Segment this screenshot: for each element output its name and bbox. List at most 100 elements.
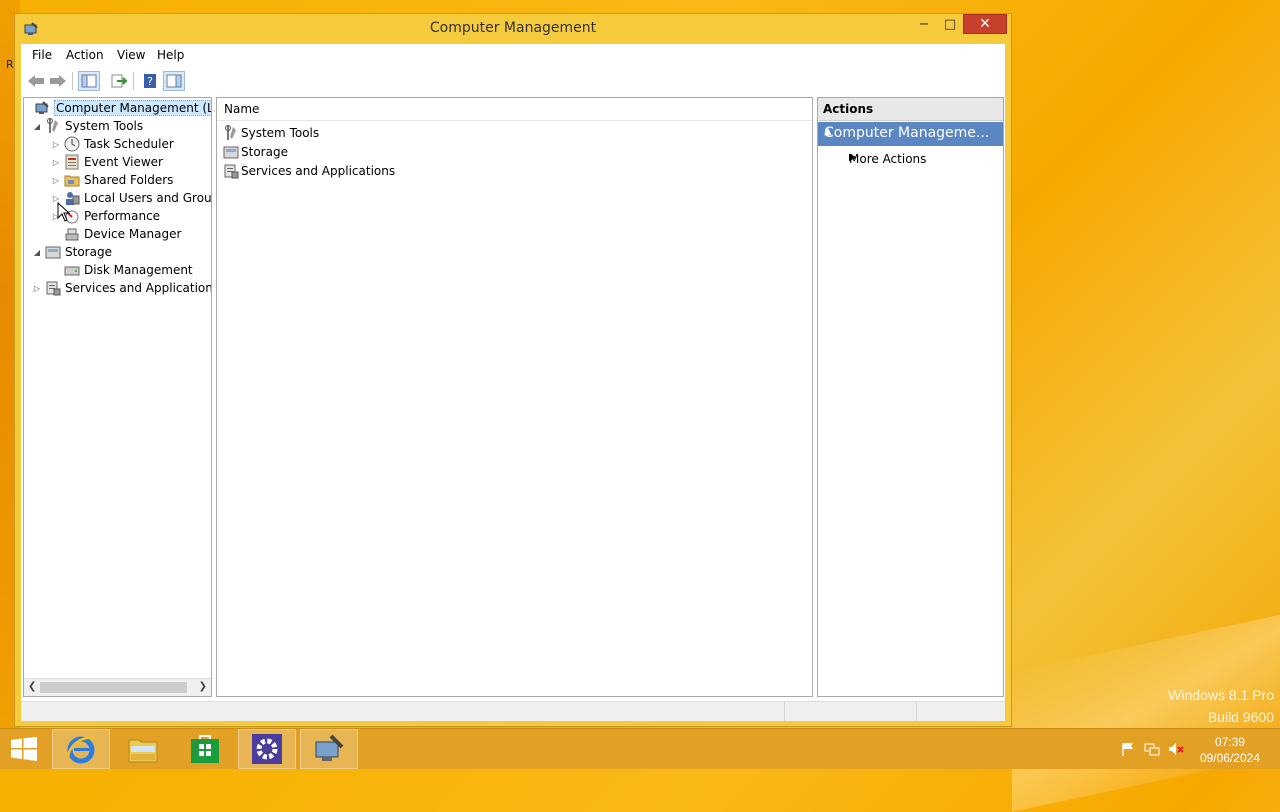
- tree-item-shared-folders[interactable]: ▷ Shared Folders: [51, 171, 173, 189]
- gear-icon: [252, 734, 282, 764]
- actions-group-computer-management[interactable]: Computer Manageme... ▲: [818, 122, 1003, 146]
- submenu-arrow-icon: ▶: [849, 152, 857, 163]
- toolbar-separator: [72, 72, 73, 90]
- back-arrow-icon: [28, 75, 44, 87]
- menu-bar: File Action View Help: [21, 44, 1005, 67]
- services-icon: [46, 281, 61, 296]
- help-icon: ?: [144, 74, 156, 88]
- computer-management-window: Computer Management − □ ✕ File Action Vi…: [14, 13, 1012, 727]
- export-icon: [111, 74, 127, 88]
- list-item-system-tools[interactable]: System Tools: [223, 123, 319, 142]
- window-client-area: File Action View Help ? Computer Managem…: [21, 44, 1005, 721]
- tree-item-label: Event Viewer: [84, 155, 163, 169]
- scroll-right-icon[interactable]: ❯: [199, 681, 207, 692]
- tree-item-label: Task Scheduler: [84, 137, 174, 151]
- clock-time: 07:39: [1214, 735, 1245, 749]
- list-item-storage[interactable]: Storage: [223, 142, 288, 161]
- taskbar-store[interactable]: [176, 729, 234, 769]
- expand-arrow-icon[interactable]: ▷: [51, 158, 61, 167]
- actions-title: Actions: [818, 98, 1003, 121]
- svg-text:?: ?: [147, 75, 153, 88]
- show-hide-action-pane-button[interactable]: [163, 71, 185, 91]
- list-item-label: Storage: [241, 144, 288, 159]
- menu-file[interactable]: File: [32, 48, 52, 62]
- system-tools-icon: [225, 124, 236, 140]
- storage-icon: [45, 246, 61, 259]
- event-viewer-icon: [65, 154, 79, 170]
- console-tree-icon: [81, 74, 97, 88]
- collapse-arrow-icon[interactable]: ◢: [32, 248, 42, 257]
- tree-item-label: Services and Applications: [65, 281, 212, 295]
- windows-start-icon[interactable]: [10, 737, 38, 761]
- tree-horizontal-scrollbar[interactable]: ❮ ❯: [24, 678, 211, 696]
- forward-arrow-icon: [50, 75, 66, 87]
- close-button[interactable]: ✕: [963, 14, 1007, 34]
- help-button[interactable]: ?: [139, 71, 161, 91]
- expand-arrow-icon[interactable]: ▷: [32, 284, 42, 293]
- minimize-button[interactable]: −: [911, 14, 937, 34]
- network-icon[interactable]: [1144, 741, 1160, 757]
- tree-item-system-tools[interactable]: ◢ System Tools: [32, 117, 143, 135]
- actions-title-label: Actions: [823, 102, 874, 116]
- collapse-arrow-icon[interactable]: ◢: [32, 122, 42, 131]
- taskbar-file-explorer[interactable]: [114, 729, 172, 769]
- watermark-edition: Windows 8.1 Pro: [1168, 687, 1274, 703]
- tree-item-local-users-and-groups[interactable]: ▷ Local Users and Groups: [51, 189, 212, 207]
- back-button[interactable]: [25, 71, 47, 91]
- forward-button[interactable]: [47, 71, 69, 91]
- mouse-cursor-icon: [57, 202, 71, 222]
- list-item-services-and-applications[interactable]: Services and Applications: [223, 161, 395, 180]
- more-actions-item[interactable]: More Actions ▶: [818, 149, 1003, 169]
- maximize-button[interactable]: □: [937, 14, 963, 34]
- title-bar[interactable]: Computer Management − □ ✕: [15, 14, 1011, 44]
- menu-view[interactable]: View: [117, 48, 145, 62]
- actions-pane: Actions Computer Manageme... ▲ More Acti…: [817, 97, 1004, 697]
- action-pane-icon: [166, 74, 182, 88]
- expand-arrow-icon[interactable]: ▷: [51, 140, 61, 149]
- services-icon: [224, 164, 239, 178]
- taskbar-internet-explorer[interactable]: [52, 729, 110, 769]
- tree-item-services-and-applications[interactable]: ▷ Services and Applications: [32, 279, 212, 297]
- status-cell: [784, 702, 915, 721]
- system-tools-icon: [47, 118, 58, 133]
- toolbar-separator: [133, 72, 134, 90]
- scrollbar-thumb[interactable]: [40, 682, 187, 693]
- tree-item-label: Computer Management (Local: [54, 100, 211, 116]
- tree-item-label: Shared Folders: [84, 173, 174, 187]
- device-manager-icon: [65, 228, 79, 241]
- tree-item-task-scheduler[interactable]: ▷ Task Scheduler: [51, 135, 174, 153]
- menu-action[interactable]: Action: [66, 48, 104, 62]
- taskbar-computer-management[interactable]: [300, 729, 358, 769]
- volume-muted-icon[interactable]: [1168, 741, 1184, 757]
- column-header-name[interactable]: Name: [217, 98, 812, 121]
- tree-item-label: Storage: [65, 245, 112, 259]
- tree-item-disk-management[interactable]: Disk Management: [51, 261, 193, 279]
- taskbar-settings[interactable]: [238, 729, 296, 769]
- toolbar: ?: [21, 66, 1005, 96]
- tree-item-label: Disk Management: [84, 263, 193, 277]
- computer-management-icon: [315, 734, 344, 761]
- tree-item-computer-management[interactable]: Computer Management (Local: [24, 99, 211, 117]
- tree-item-event-viewer[interactable]: ▷ Event Viewer: [51, 153, 163, 171]
- show-hide-console-tree-button[interactable]: [78, 71, 100, 91]
- expand-arrow-icon[interactable]: ▷: [51, 176, 61, 185]
- shared-folder-icon: [64, 175, 80, 187]
- store-icon: [191, 735, 219, 763]
- tree-item-storage[interactable]: ◢ Storage: [32, 243, 112, 261]
- collapse-up-icon[interactable]: ▲: [824, 126, 997, 137]
- file-explorer-icon: [128, 739, 158, 763]
- results-list[interactable]: Name System Tools Storage Services and A…: [216, 97, 813, 697]
- desktop-edge-text: R: [6, 58, 14, 71]
- disk-management-icon: [64, 266, 80, 276]
- system-clock[interactable]: 07:39 09/06/2024: [1200, 734, 1260, 766]
- tree-item-device-manager[interactable]: Device Manager: [51, 225, 181, 243]
- action-center-flag-icon[interactable]: [1120, 741, 1136, 757]
- list-item-label: Services and Applications: [241, 163, 396, 178]
- window-title: Computer Management: [429, 20, 597, 36]
- scroll-left-icon[interactable]: ❮: [28, 681, 36, 692]
- console-tree[interactable]: Computer Management (Local ◢ System Tool…: [23, 97, 212, 697]
- tree-item-label: Local Users and Groups: [84, 191, 212, 205]
- export-list-button[interactable]: [108, 71, 130, 91]
- storage-icon: [223, 146, 239, 158]
- menu-help[interactable]: Help: [157, 48, 184, 62]
